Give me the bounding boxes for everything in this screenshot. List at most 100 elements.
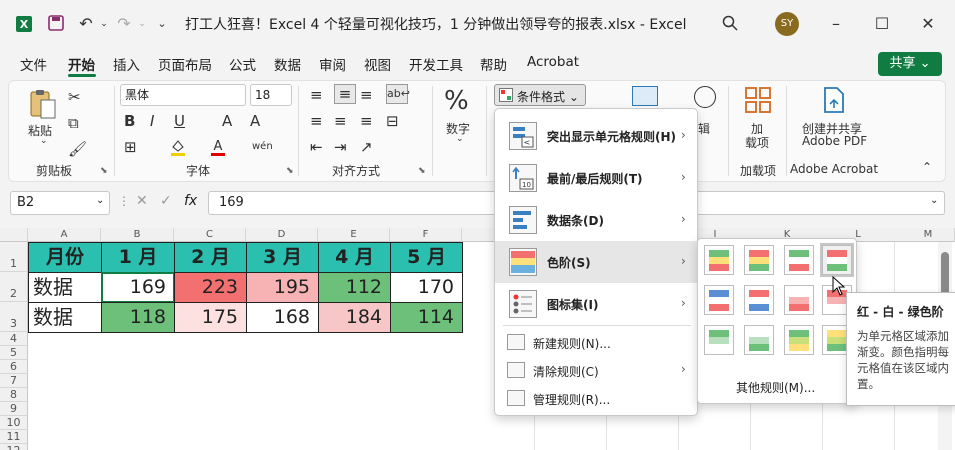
formula-options-icon[interactable]: ⋮ <box>118 194 130 208</box>
name-box[interactable]: B2 <box>10 191 110 215</box>
percent-icon[interactable]: % <box>444 86 469 116</box>
table-header-cell[interactable]: 3 月 <box>246 242 319 273</box>
table-header-cell[interactable]: 月份 <box>28 242 102 273</box>
redo-icon[interactable]: ↷ <box>114 14 134 34</box>
align-top-icon[interactable]: ≡ <box>310 86 323 104</box>
font-color-icon[interactable]: A <box>210 138 226 156</box>
cut-icon[interactable]: ✂ <box>68 88 81 106</box>
tab-help[interactable]: 帮助 <box>480 54 507 74</box>
font-launcher-icon[interactable]: ⬊ <box>286 166 294 176</box>
increase-font-icon[interactable]: A <box>222 112 232 130</box>
bold-icon[interactable]: B <box>124 112 135 130</box>
clipboard-launcher-icon[interactable]: ⬊ <box>100 166 108 176</box>
table-header-cell[interactable]: 1 月 <box>101 242 175 273</box>
color-scale-green-yellow-red[interactable] <box>704 245 734 275</box>
minimize-icon[interactable]: – <box>826 14 846 34</box>
color-scale-red-white-blue[interactable] <box>744 285 774 315</box>
color-scale-green-white[interactable] <box>704 325 734 355</box>
align-left-icon[interactable]: ≡ <box>310 112 323 130</box>
avatar[interactable]: SY <box>775 12 799 36</box>
tab-review[interactable]: 审阅 <box>319 54 346 74</box>
font-size-select[interactable]: 18 <box>250 84 292 106</box>
collapse-ribbon-icon[interactable]: ⌃ <box>922 160 932 174</box>
addins-icon[interactable] <box>744 86 772 117</box>
undo-icon[interactable]: ↶ <box>76 14 96 34</box>
menu-item-new-rule[interactable]: 新建规则(N)... <box>495 329 697 357</box>
undo-dropdown-icon[interactable]: ⌄ <box>94 14 114 34</box>
number-dropdown-icon[interactable]: ⌄ <box>456 134 464 144</box>
tab-formulas[interactable]: 公式 <box>229 54 256 74</box>
table-cell-selected[interactable]: 169 <box>101 272 175 303</box>
row-header[interactable]: 5 <box>0 346 28 360</box>
table-cell[interactable]: 184 <box>318 302 391 333</box>
wrap-text-icon[interactable]: ab↩ <box>386 84 410 104</box>
color-scale-white-red[interactable] <box>784 285 814 315</box>
color-scale-white-green[interactable] <box>744 325 774 355</box>
table-cell[interactable]: 170 <box>390 272 463 303</box>
create-pdf-icon[interactable] <box>822 86 846 117</box>
table-cell[interactable]: 223 <box>174 272 247 303</box>
customize-toolbar-icon[interactable]: ⌄ <box>152 14 172 34</box>
paste-icon[interactable] <box>28 88 58 123</box>
addins-label-2[interactable]: 载项 <box>745 134 769 151</box>
color-scale-green-yellow[interactable] <box>784 325 814 355</box>
column-header[interactable]: B <box>101 228 174 242</box>
table-label-cell[interactable]: 数据 <box>28 272 102 303</box>
find-select-icon[interactable] <box>694 86 716 108</box>
table-cell[interactable]: 114 <box>390 302 463 333</box>
menu-item-icon-sets[interactable]: 图标集(I) › <box>495 283 697 325</box>
tab-home[interactable]: 开始 <box>68 54 95 74</box>
close-icon[interactable]: ✕ <box>918 14 938 34</box>
align-right-icon[interactable]: ≡ <box>360 112 373 130</box>
menu-item-manage-rules[interactable]: 管理规则(R)... <box>495 385 697 413</box>
fill-color-icon[interactable] <box>170 138 186 156</box>
table-cell[interactable]: 168 <box>246 302 319 333</box>
row-header[interactable]: 8 <box>0 388 28 402</box>
table-cell[interactable]: 118 <box>101 302 175 333</box>
menu-item-color-scales[interactable]: 色阶(S) › <box>495 241 697 283</box>
color-scale-green-white-red[interactable] <box>784 245 814 275</box>
table-cell[interactable]: 195 <box>246 272 319 303</box>
copy-icon[interactable]: ⧉ <box>68 114 79 132</box>
row-header[interactable]: 4 <box>0 332 28 346</box>
align-bottom-icon[interactable]: ≡ <box>360 86 373 104</box>
format-as-table-icon[interactable] <box>632 86 658 106</box>
column-header[interactable]: A <box>28 228 101 242</box>
color-scale-red-white-green[interactable] <box>820 243 854 277</box>
search-icon[interactable] <box>720 14 740 34</box>
table-cell[interactable]: 112 <box>318 272 391 303</box>
menu-item-highlight-rules[interactable]: < 突出显示单元格规则(H) › <box>495 115 697 157</box>
menu-item-data-bars[interactable]: 数据条(D) › <box>495 199 697 241</box>
name-box-dropdown-icon[interactable]: ⌄ <box>96 195 104 206</box>
italic-icon[interactable]: I <box>150 112 154 130</box>
format-painter-icon[interactable]: 🖌 <box>68 140 87 158</box>
tab-acrobat[interactable]: Acrobat <box>527 54 579 70</box>
row-header[interactable]: 7 <box>0 374 28 388</box>
select-all-corner[interactable] <box>0 228 28 242</box>
cancel-entry-icon[interactable]: ✕ <box>136 193 148 209</box>
phonetic-icon[interactable]: wén <box>252 138 273 156</box>
row-header[interactable]: 10 <box>0 416 28 430</box>
row-header[interactable]: 3 <box>0 302 28 332</box>
table-label-cell[interactable]: 数据 <box>28 302 102 333</box>
column-header[interactable]: D <box>246 228 318 242</box>
save-icon[interactable] <box>46 14 66 34</box>
font-name-select[interactable]: 黑体 <box>120 84 246 106</box>
row-header[interactable]: 11 <box>0 430 28 444</box>
other-rules-link[interactable]: 其他规则(M)... <box>736 379 815 396</box>
table-header-cell[interactable]: 5 月 <box>390 242 463 273</box>
paste-dropdown-icon[interactable]: ⌄ <box>40 136 48 146</box>
orientation-icon[interactable]: ↗ <box>360 138 373 156</box>
expand-formula-icon[interactable]: ⌄ <box>930 195 938 206</box>
alignment-launcher-icon[interactable]: ⬊ <box>418 166 426 176</box>
merge-center-icon[interactable]: ⊟ <box>386 112 399 130</box>
redo-dropdown-icon[interactable]: ⌄ <box>132 14 152 34</box>
column-header[interactable]: E <box>318 228 390 242</box>
align-center-icon[interactable]: ≡ <box>334 112 347 130</box>
confirm-entry-icon[interactable]: ✓ <box>160 193 172 209</box>
tab-view[interactable]: 视图 <box>364 54 391 74</box>
tab-insert[interactable]: 插入 <box>113 54 140 74</box>
row-header[interactable]: 12 <box>0 444 28 450</box>
editing-label[interactable]: 辑 <box>698 120 710 137</box>
column-header[interactable]: C <box>174 228 246 242</box>
